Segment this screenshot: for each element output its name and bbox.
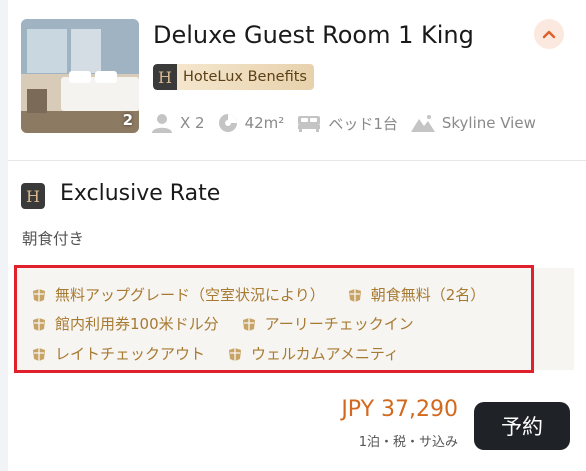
perks-background xyxy=(534,268,574,370)
left-strip xyxy=(0,0,8,471)
room-size: 42m² xyxy=(244,114,285,132)
perk-label: 無料アップグレード（空室状況により） xyxy=(55,286,325,304)
perk-item: 朝食無料（2名） xyxy=(347,284,486,305)
photo-count: 2 xyxy=(122,111,133,129)
brand-logo-icon: H xyxy=(153,64,177,90)
room-title: Deluxe Guest Room 1 King xyxy=(153,21,474,49)
area-pie-icon xyxy=(218,114,237,132)
perk-item: 無料アップグレード（空室状況により） xyxy=(31,284,325,305)
guest-count: X 2 xyxy=(180,114,205,132)
perk-item: ウェルカムアメニティ xyxy=(227,343,399,364)
perks-highlight-box: 無料アップグレード（空室状況により） 朝食無料（2名） 館内利用券100米ドル分 xyxy=(14,265,534,373)
price-amount: JPY 37,290 xyxy=(341,397,458,422)
leaf-gift-icon xyxy=(348,288,361,302)
perk-label: 館内利用券100米ドル分 xyxy=(55,315,219,333)
view-type: Skyline View xyxy=(441,114,536,132)
perk-item: アーリーチェックイン xyxy=(241,313,414,334)
leaf-gift-icon xyxy=(229,347,242,361)
benefits-label: HoteLux Benefits xyxy=(177,64,314,90)
person-icon xyxy=(152,114,172,133)
amenity-guests: X 2 xyxy=(151,113,205,133)
perk-label: レイトチェックアウト xyxy=(55,345,206,363)
rate-brand-logo-icon: H xyxy=(21,183,45,209)
amenity-bed: ベッド1台 xyxy=(297,113,398,134)
perk-label: アーリーチェックイン xyxy=(264,315,414,333)
leaf-gift-icon xyxy=(33,347,45,361)
amenity-view: Skyline View xyxy=(410,114,536,132)
perk-item: レイトチェックアウト xyxy=(31,343,205,364)
book-button[interactable]: 予約 xyxy=(474,402,570,450)
meal-note: 朝食付き xyxy=(22,230,85,248)
chevron-up-icon xyxy=(542,30,556,39)
bed-type: ベッド1台 xyxy=(328,114,398,133)
section-divider xyxy=(8,160,586,161)
bed-icon xyxy=(298,116,321,132)
room-photo-illustration xyxy=(21,19,139,133)
price-note: 1泊・税・サ込み xyxy=(358,435,458,450)
perk-label: ウェルカムアメニティ xyxy=(251,345,399,363)
collapse-button[interactable] xyxy=(534,19,564,49)
perk-item: 館内利用券100米ドル分 xyxy=(31,313,219,334)
mountain-icon xyxy=(410,115,435,132)
leaf-gift-icon xyxy=(33,317,45,331)
amenity-size: 42m² xyxy=(218,113,285,133)
perk-row: 無料アップグレード（空室状況により） 朝食無料（2名） xyxy=(31,284,507,305)
perk-label: 朝食無料（2名） xyxy=(370,286,486,304)
room-photo[interactable]: 2 xyxy=(21,19,139,133)
room-card: 2 Deluxe Guest Room 1 King H HoteLux Ben… xyxy=(0,0,586,471)
perk-row: レイトチェックアウト ウェルカムアメニティ xyxy=(31,343,421,364)
rate-title: Exclusive Rate xyxy=(60,181,221,206)
leaf-gift-icon xyxy=(242,317,255,331)
benefits-badge[interactable]: H HoteLux Benefits xyxy=(153,64,314,90)
perk-row: 館内利用券100米ドル分 アーリーチェックイン xyxy=(31,313,436,334)
room-amenities: X 2 42m² ベッド1台 Skyline View xyxy=(151,110,549,136)
leaf-gift-icon xyxy=(33,288,45,302)
